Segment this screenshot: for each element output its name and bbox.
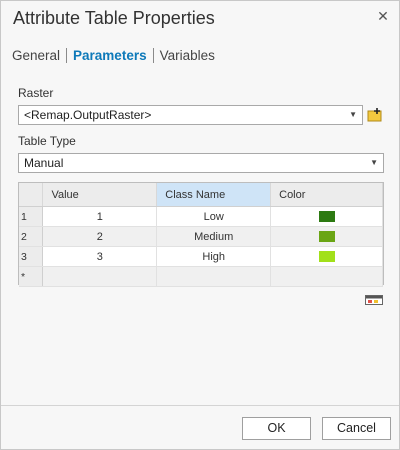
column-header-color[interactable]: Color xyxy=(270,183,383,207)
tab-parameters[interactable]: Parameters xyxy=(73,48,147,63)
color-cell[interactable] xyxy=(270,226,383,247)
dialog-title: Attribute Table Properties xyxy=(13,8,215,28)
row-number: 1 xyxy=(19,206,44,227)
footer-divider xyxy=(1,405,399,406)
row-header-corner xyxy=(19,183,44,207)
new-row[interactable]: * xyxy=(19,266,383,287)
table-row[interactable]: 1 1 Low xyxy=(19,206,383,227)
table-type-value: Manual xyxy=(24,156,64,170)
table-type-dropdown[interactable]: Manual ▼ xyxy=(18,153,384,173)
ok-button[interactable]: OK xyxy=(242,417,311,440)
raster-value: <Remap.OutputRaster> xyxy=(24,108,152,122)
add-raster-icon[interactable] xyxy=(367,107,383,123)
value-cell[interactable]: 3 xyxy=(42,246,158,267)
chevron-down-icon: ▼ xyxy=(370,158,378,167)
tab-bar: General Parameters Variables xyxy=(12,46,215,64)
cancel-button[interactable]: Cancel xyxy=(322,417,391,440)
grid-header-row: Value Class Name Color xyxy=(19,183,383,207)
color-swatch[interactable] xyxy=(318,231,335,243)
color-cell[interactable] xyxy=(270,206,383,227)
column-header-value[interactable]: Value xyxy=(42,183,158,207)
value-cell[interactable]: 1 xyxy=(42,206,158,227)
class-name-cell[interactable]: Low xyxy=(156,206,272,227)
color-swatch[interactable] xyxy=(318,251,335,263)
chevron-down-icon: ▼ xyxy=(349,110,357,119)
class-name-cell[interactable]: Medium xyxy=(156,226,272,247)
tab-variables[interactable]: Variables xyxy=(160,48,215,63)
color-swatch[interactable] xyxy=(318,211,335,223)
color-cell[interactable] xyxy=(270,266,383,287)
class-name-cell[interactable]: High xyxy=(156,246,272,267)
tab-divider xyxy=(66,47,68,63)
attribute-grid[interactable]: Value Class Name Color 1 1 Low 2 2 Mediu… xyxy=(18,182,384,287)
raster-dropdown[interactable]: <Remap.OutputRaster> ▼ xyxy=(18,105,363,125)
tab-general[interactable]: General xyxy=(12,48,60,63)
row-number: 2 xyxy=(19,226,44,247)
raster-label: Raster xyxy=(18,86,54,100)
tab-divider xyxy=(152,47,154,63)
value-cell[interactable] xyxy=(42,266,158,287)
attribute-table-properties-dialog: Attribute Table Properties ✕ General Par… xyxy=(0,0,400,450)
row-number: 3 xyxy=(19,246,44,267)
table-row[interactable]: 2 2 Medium xyxy=(19,226,383,247)
value-cell[interactable]: 2 xyxy=(42,226,158,247)
table-options-icon[interactable] xyxy=(365,292,383,305)
color-cell[interactable] xyxy=(270,246,383,267)
class-name-cell[interactable] xyxy=(156,266,272,287)
table-row[interactable]: 3 3 High xyxy=(19,246,383,267)
column-header-class-name[interactable]: Class Name xyxy=(156,183,272,207)
close-icon[interactable]: ✕ xyxy=(373,7,393,27)
new-row-marker: * xyxy=(19,266,44,287)
table-type-label: Table Type xyxy=(18,134,76,148)
